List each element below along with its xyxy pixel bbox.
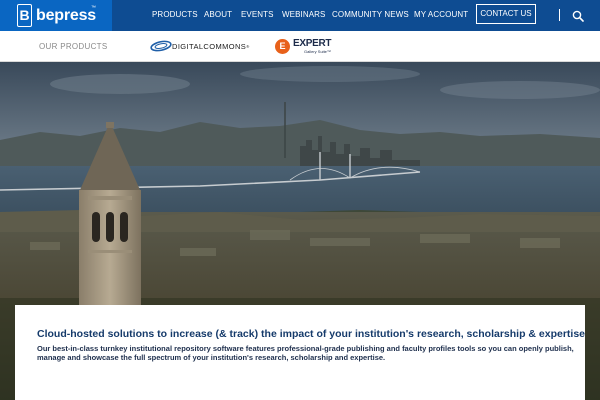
expert-subtitle: Gallery Suite xyxy=(304,49,327,54)
hero-content-card: Cloud-hosted solutions to increase (& tr… xyxy=(15,305,585,400)
digital-commons-logo[interactable]: DIGITALCOMMONS® xyxy=(150,39,264,53)
search-icon[interactable] xyxy=(572,9,584,22)
nav-webinars[interactable]: WEBINARS xyxy=(282,10,325,20)
bepress-badge-icon: B xyxy=(17,4,32,27)
nav-my-account[interactable]: MY ACCOUNT xyxy=(414,10,468,20)
digital-commons-text: DIGITALCOMMONS xyxy=(172,42,247,51)
nav-events[interactable]: EVENTS xyxy=(241,10,274,20)
nav-divider xyxy=(559,9,560,21)
products-bar: OUR PRODUCTS DIGITALCOMMONS® E EXPERT Ga… xyxy=(0,31,600,62)
top-navigation: B bepress ™ PRODUCTS ABOUT EVENTS WEBINA… xyxy=(0,0,600,31)
hero-heading: Cloud-hosted solutions to increase (& tr… xyxy=(37,328,586,340)
our-products-label: OUR PRODUCTS xyxy=(39,42,108,51)
digital-commons-registered: ® xyxy=(246,44,250,49)
hero-description: Our best-in-class turnkey institutional … xyxy=(37,344,574,362)
expert-gallery-suite-logo[interactable]: E EXPERT Gallery Suite™ xyxy=(275,38,332,56)
nav-community-news[interactable]: COMMUNITY NEWS xyxy=(332,10,409,20)
expert-title: EXPERT xyxy=(293,38,332,49)
expert-mark-icon: E xyxy=(275,39,290,54)
nav-products[interactable]: PRODUCTS xyxy=(152,10,198,20)
brand-trademark: ™ xyxy=(91,5,96,11)
digital-commons-swoosh-icon xyxy=(150,40,172,52)
brand-name: bepress xyxy=(36,7,96,24)
expert-trademark: ™ xyxy=(326,49,331,54)
nav-about[interactable]: ABOUT xyxy=(204,10,232,20)
bepress-logo[interactable]: B bepress ™ xyxy=(0,0,112,31)
contact-us-button[interactable]: CONTACT US xyxy=(476,4,536,24)
